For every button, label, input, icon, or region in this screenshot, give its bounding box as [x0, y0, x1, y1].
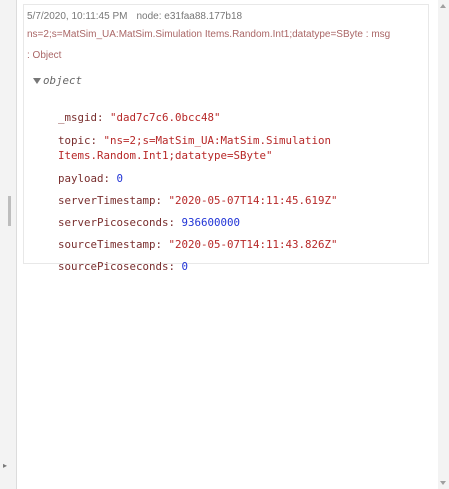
message-node[interactable]: node: e31faa88.177b18: [136, 11, 242, 22]
scroll-down-icon[interactable]: [440, 481, 446, 485]
field-key: sourcePicoseconds: [58, 260, 169, 273]
splitter-handle[interactable]: [8, 196, 11, 226]
field-value: "2020-05-07T14:11:43.826Z": [168, 238, 338, 251]
expand-toggle-icon[interactable]: [33, 78, 41, 84]
object-label[interactable]: object: [43, 73, 82, 88]
scrollbar[interactable]: [438, 0, 449, 489]
message-topic: ns=2;s=MatSim_UA:MatSim.Simulation Items…: [27, 29, 391, 40]
message-timestamp: 5/7/2020, 10:11:45 PM: [27, 11, 128, 22]
message-type: : Object: [27, 50, 62, 61]
resize-icon: ▸: [3, 461, 8, 470]
message-meta: 5/7/2020, 10:11:45 PM node: e31faa88.177b…: [27, 11, 429, 23]
field-row-source-picoseconds: sourcePicoseconds: 0: [58, 260, 189, 273]
scroll-up-icon[interactable]: [440, 4, 446, 8]
left-gutter: [0, 0, 16, 489]
field-value: 0: [181, 260, 189, 273]
